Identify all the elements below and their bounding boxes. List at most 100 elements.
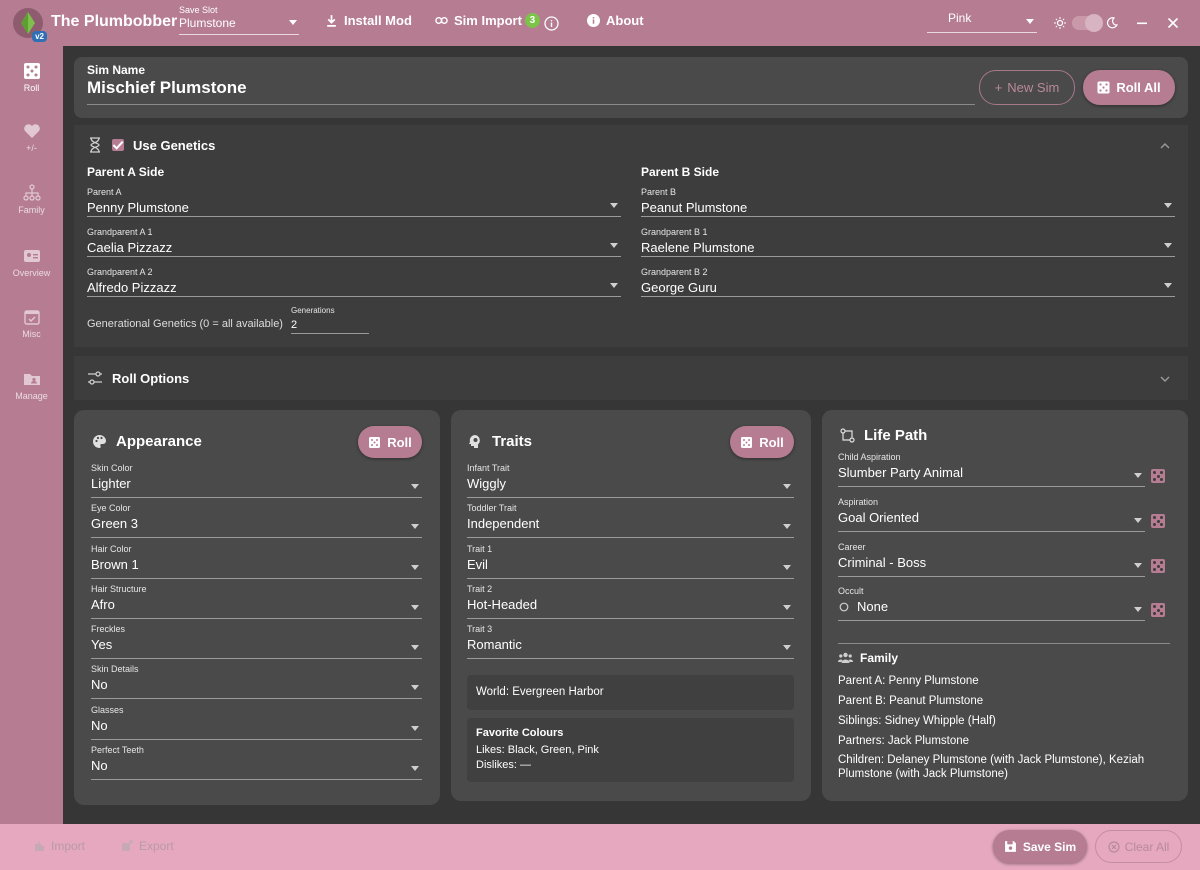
field-value: Green 3 — [91, 516, 138, 531]
freckles-select[interactable]: Freckles Yes — [91, 624, 422, 659]
hourglass-icon — [90, 137, 100, 153]
sun-icon — [1050, 13, 1070, 33]
child-aspiration-select[interactable]: Child Aspiration Slumber Party Animal — [838, 452, 1145, 487]
field-value: Hot-Headed — [467, 597, 538, 612]
field-value: No — [91, 677, 108, 692]
roll-career-dice-icon[interactable] — [1151, 559, 1165, 573]
new-sim-button[interactable]: + New Sim — [979, 70, 1075, 105]
glasses-select[interactable]: Glasses No — [91, 705, 422, 740]
chevron-up-icon[interactable] — [1160, 141, 1170, 151]
field-label: Career — [838, 542, 866, 552]
minimize-icon[interactable] — [1132, 13, 1152, 33]
chevron-down-icon — [610, 283, 618, 288]
chevron-down-icon[interactable] — [1160, 374, 1170, 384]
chevron-down-icon — [411, 565, 419, 570]
plumbob-logo-icon: v2 — [13, 8, 47, 42]
sidebar-item-plus-minus[interactable]: +/- — [0, 122, 63, 153]
info-icon[interactable] — [541, 13, 561, 33]
roll-all-button[interactable]: Roll All — [1083, 70, 1175, 105]
grandparent-a1-select[interactable]: Grandparent A 1 Caelia Pizzazz — [87, 227, 621, 257]
roll-options-header[interactable]: Roll Options — [87, 370, 189, 386]
chevron-down-icon — [1164, 203, 1172, 208]
heart-icon — [23, 124, 40, 138]
dark-mode-toggle[interactable] — [1072, 14, 1103, 32]
save-slot-value: Plumstone — [179, 16, 236, 30]
use-genetics-label: Use Genetics — [133, 137, 216, 153]
version-badge: v2 — [32, 31, 47, 42]
field-label: Eye Color — [91, 503, 131, 513]
sidebar-label-misc: Misc — [22, 329, 41, 339]
clear-all-button[interactable]: Clear All — [1095, 830, 1182, 863]
career-select[interactable]: Career Criminal - Boss — [838, 542, 1145, 577]
save-sim-button[interactable]: Save Sim — [993, 830, 1087, 863]
sidebar-item-overview[interactable]: Overview — [0, 247, 63, 278]
field-value: Slumber Party Animal — [838, 465, 963, 480]
about-button[interactable]: About — [587, 13, 644, 28]
grandparent-b2-select[interactable]: Grandparent B 2 George Guru — [641, 267, 1175, 297]
roll-options-label: Roll Options — [112, 370, 190, 386]
genetics-header[interactable]: Use Genetics — [87, 137, 215, 153]
skin-color-select[interactable]: Skin Color Lighter — [91, 463, 422, 498]
generations-input[interactable]: Generations 2 — [291, 306, 369, 334]
parent-a-select[interactable]: Parent A Penny Plumstone — [87, 187, 621, 217]
chevron-down-icon — [610, 243, 618, 248]
chevron-down-icon — [1164, 283, 1172, 288]
use-genetics-checkbox[interactable] — [112, 139, 124, 151]
skin-details-select[interactable]: Skin Details No — [91, 664, 422, 699]
occult-select[interactable]: Occult None — [838, 586, 1145, 621]
grandparent-a2-select[interactable]: Grandparent A 2 Alfredo Pizzazz — [87, 267, 621, 297]
sim-name-input[interactable]: Mischief Plumstone — [87, 78, 247, 98]
roll-child-aspiration-dice-icon[interactable] — [1151, 469, 1165, 483]
chevron-down-icon — [411, 524, 419, 529]
hair-color-select[interactable]: Hair Color Brown 1 — [91, 544, 422, 579]
sidebar-label-family: Family — [18, 205, 45, 215]
toddler-trait-select[interactable]: Toddler Trait Independent — [467, 503, 794, 538]
sidebar-item-manage[interactable]: Manage — [0, 370, 63, 401]
trait-3-select[interactable]: Trait 3 Romantic — [467, 624, 794, 659]
field-value: Criminal - Boss — [838, 555, 927, 570]
sim-import-button[interactable]: Sim Import 3 — [435, 13, 540, 28]
circle-outline-icon — [839, 602, 849, 612]
install-mod-button[interactable]: Install Mod — [325, 13, 412, 28]
perfect-teeth-select[interactable]: Perfect Teeth No — [91, 745, 422, 780]
appearance-label: Appearance — [116, 433, 202, 450]
chevron-down-icon — [1134, 563, 1142, 568]
field-value: No — [91, 758, 108, 773]
theme-select[interactable]: Pink — [927, 11, 1037, 33]
sidebar-item-family[interactable]: Family — [0, 184, 63, 215]
export-button[interactable]: Export — [121, 839, 174, 853]
eye-color-select[interactable]: Eye Color Green 3 — [91, 503, 422, 538]
trait-2-select[interactable]: Trait 2 Hot-Headed — [467, 584, 794, 619]
field-label: Glasses — [91, 705, 124, 715]
footer-bar: Import Export Save Sim Clear All — [0, 824, 1200, 870]
aspiration-select[interactable]: Aspiration Goal Oriented — [838, 497, 1145, 532]
roll-all-label: Roll All — [1116, 80, 1161, 95]
grandparent-b1-select[interactable]: Grandparent B 1 Raelene Plumstone — [641, 227, 1175, 257]
trait-1-select[interactable]: Trait 1 Evil — [467, 544, 794, 579]
roll-occult-dice-icon[interactable] — [1151, 603, 1165, 617]
sidebar-item-roll[interactable]: Roll — [0, 62, 63, 93]
roll-aspiration-dice-icon[interactable] — [1151, 514, 1165, 528]
field-label: Grandparent B 1 — [641, 227, 708, 237]
family-title: Family — [860, 651, 899, 665]
folder-user-icon — [23, 374, 40, 385]
traits-roll-button[interactable]: Roll — [730, 426, 794, 458]
sidebar-item-misc[interactable]: Misc — [0, 308, 63, 339]
import-button[interactable]: Import — [33, 839, 85, 853]
chevron-down-icon — [289, 20, 297, 25]
field-value: No — [91, 718, 108, 733]
chevron-down-icon — [411, 766, 419, 771]
chevron-down-icon — [411, 484, 419, 489]
hair-structure-select[interactable]: Hair Structure Afro — [91, 584, 422, 619]
field-label: Infant Trait — [467, 463, 510, 473]
appearance-roll-button[interactable]: Roll — [358, 426, 422, 458]
close-icon[interactable] — [1163, 13, 1183, 33]
parent-b-select[interactable]: Parent B Peanut Plumstone — [641, 187, 1175, 217]
save-slot-select[interactable]: Save Slot Plumstone — [179, 5, 299, 35]
field-value: Caelia Pizzazz — [87, 240, 173, 255]
appearance-roll-label: Roll — [387, 434, 412, 450]
field-label: Parent B — [641, 187, 677, 197]
moon-icon — [1102, 13, 1122, 33]
infant-trait-select[interactable]: Infant Trait Wiggly — [467, 463, 794, 498]
traits-label: Traits — [492, 433, 533, 450]
